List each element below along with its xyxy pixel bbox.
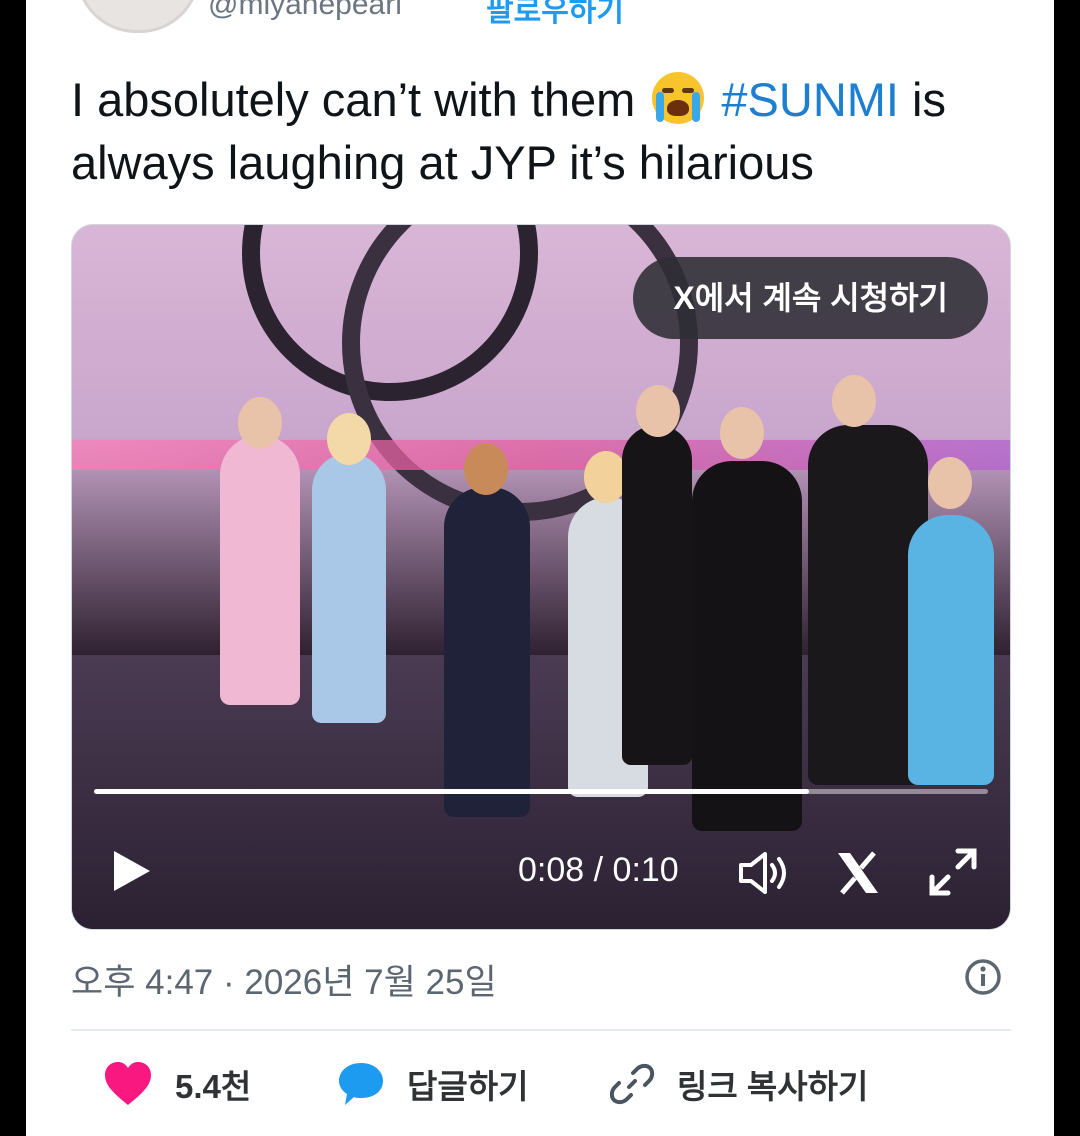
loudly-crying-face-emoji: [652, 72, 705, 124]
performer: [312, 453, 386, 723]
current-time: 0:08: [518, 851, 585, 889]
copy-link-label: 링크 복사하기: [677, 1068, 869, 1105]
performer: [908, 515, 994, 785]
tweet-actions: 5.4천 답글하기 링크 복사하기: [71, 1050, 1021, 1120]
speech-bubble-icon: [339, 1063, 383, 1105]
performer-head: [636, 385, 680, 437]
performer: [622, 425, 692, 765]
performer-head: [327, 413, 371, 465]
user-handle[interactable]: @miyahepeari: [208, 0, 402, 22]
like-count: 5.4천: [175, 1068, 252, 1105]
link-icon: [609, 1063, 655, 1105]
video-progress-fill: [94, 789, 810, 794]
info-icon[interactable]: [964, 958, 1002, 996]
tweet-timestamp[interactable]: 오후 4:47 · 2026년 7월 25일: [71, 954, 497, 1005]
performer: [220, 435, 300, 705]
like-button[interactable]: 5.4천: [103, 1060, 251, 1108]
watch-on-x-button[interactable]: X에서 계속 시청하기: [633, 257, 988, 339]
volume-icon[interactable]: [737, 851, 791, 895]
tweet-header: @miyahepeari 팔로우하기: [76, 0, 776, 40]
tweet-text-start: I absolutely can’t with them: [71, 73, 649, 126]
fullscreen-icon[interactable]: [928, 847, 978, 897]
copy-link-button[interactable]: 링크 복사하기: [609, 1060, 868, 1108]
performer-head: [928, 457, 972, 509]
performer-head: [464, 443, 508, 495]
performer-head: [238, 397, 282, 449]
duration: 0:10: [612, 851, 679, 889]
hashtag-link[interactable]: #SUNMI: [721, 73, 899, 126]
video-time: 0:08 / 0:10: [518, 851, 679, 890]
heart-icon: [105, 1062, 151, 1105]
divider: [71, 1029, 1011, 1031]
video-player[interactable]: X에서 계속 시청하기 0:08 / 0:10: [71, 224, 1011, 930]
x-logo-icon[interactable]: [834, 849, 882, 897]
reply-button[interactable]: 답글하기: [337, 1060, 528, 1108]
video-progress-bar[interactable]: [94, 789, 988, 794]
reply-label: 답글하기: [407, 1068, 529, 1105]
tweet-card: @miyahepeari 팔로우하기 I absolutely can’t wi…: [26, 0, 1054, 1136]
performer: [444, 487, 530, 817]
follow-button[interactable]: 팔로우하기: [486, 0, 624, 30]
tweet-text: I absolutely can’t with them #SUNMI is a…: [71, 68, 1031, 194]
avatar[interactable]: [76, 0, 200, 33]
performer: [692, 461, 802, 831]
performer-head: [832, 375, 876, 427]
performer-head: [720, 407, 764, 459]
time-separator: /: [584, 851, 613, 889]
play-icon[interactable]: [112, 849, 152, 893]
